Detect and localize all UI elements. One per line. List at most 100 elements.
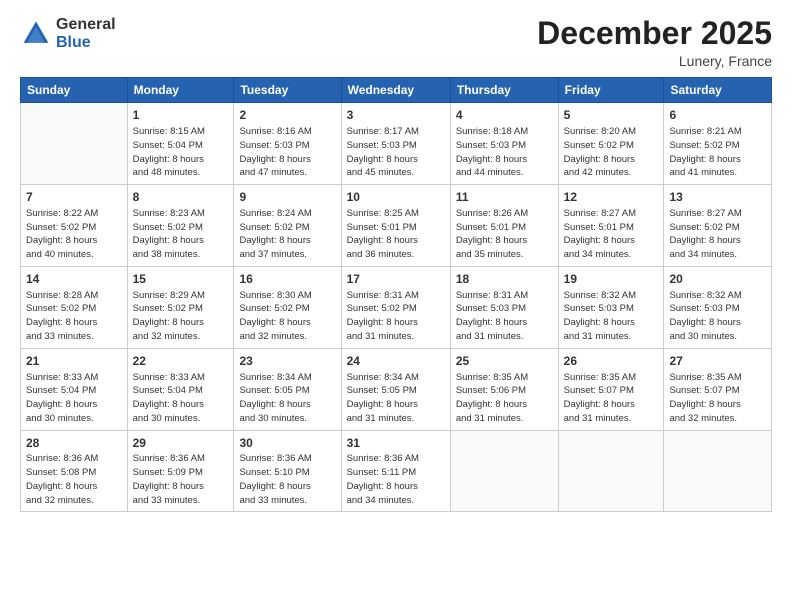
day-cell: 28Sunrise: 8:36 AMSunset: 5:08 PMDayligh… <box>21 430 128 512</box>
day-cell <box>664 430 772 512</box>
header-cell-wednesday: Wednesday <box>341 78 450 103</box>
day-info: Sunrise: 8:17 AMSunset: 5:03 PMDaylight:… <box>347 125 445 180</box>
day-info: Sunrise: 8:27 AMSunset: 5:02 PMDaylight:… <box>669 207 766 262</box>
logo-text: General Blue <box>56 16 116 51</box>
title-area: December 2025 Lunery, France <box>537 16 772 69</box>
header-cell-thursday: Thursday <box>450 78 558 103</box>
week-row-3: 21Sunrise: 8:33 AMSunset: 5:04 PMDayligh… <box>21 348 772 430</box>
day-number: 2 <box>239 107 335 124</box>
logo-icon <box>20 18 52 50</box>
header-cell-friday: Friday <box>558 78 664 103</box>
day-number: 26 <box>564 353 659 370</box>
subtitle: Lunery, France <box>537 53 772 69</box>
day-number: 9 <box>239 189 335 206</box>
week-row-2: 14Sunrise: 8:28 AMSunset: 5:02 PMDayligh… <box>21 266 772 348</box>
day-cell: 22Sunrise: 8:33 AMSunset: 5:04 PMDayligh… <box>127 348 234 430</box>
logo-blue-text: Blue <box>56 34 116 52</box>
day-number: 21 <box>26 353 122 370</box>
day-info: Sunrise: 8:32 AMSunset: 5:03 PMDaylight:… <box>669 289 766 344</box>
day-info: Sunrise: 8:35 AMSunset: 5:07 PMDaylight:… <box>669 371 766 426</box>
day-number: 8 <box>133 189 229 206</box>
logo-general-text: General <box>56 16 116 34</box>
day-number: 4 <box>456 107 553 124</box>
day-info: Sunrise: 8:31 AMSunset: 5:03 PMDaylight:… <box>456 289 553 344</box>
month-title: December 2025 <box>537 16 772 51</box>
day-cell: 5Sunrise: 8:20 AMSunset: 5:02 PMDaylight… <box>558 103 664 185</box>
day-info: Sunrise: 8:35 AMSunset: 5:06 PMDaylight:… <box>456 371 553 426</box>
day-cell: 14Sunrise: 8:28 AMSunset: 5:02 PMDayligh… <box>21 266 128 348</box>
day-info: Sunrise: 8:30 AMSunset: 5:02 PMDaylight:… <box>239 289 335 344</box>
day-cell: 12Sunrise: 8:27 AMSunset: 5:01 PMDayligh… <box>558 185 664 267</box>
day-number: 20 <box>669 271 766 288</box>
day-number: 24 <box>347 353 445 370</box>
calendar-body: 1Sunrise: 8:15 AMSunset: 5:04 PMDaylight… <box>21 103 772 512</box>
day-cell: 29Sunrise: 8:36 AMSunset: 5:09 PMDayligh… <box>127 430 234 512</box>
day-cell: 25Sunrise: 8:35 AMSunset: 5:06 PMDayligh… <box>450 348 558 430</box>
calendar-table: SundayMondayTuesdayWednesdayThursdayFrid… <box>20 77 772 512</box>
day-info: Sunrise: 8:36 AMSunset: 5:11 PMDaylight:… <box>347 452 445 507</box>
day-number: 11 <box>456 189 553 206</box>
day-number: 31 <box>347 435 445 452</box>
day-cell: 3Sunrise: 8:17 AMSunset: 5:03 PMDaylight… <box>341 103 450 185</box>
day-info: Sunrise: 8:33 AMSunset: 5:04 PMDaylight:… <box>133 371 229 426</box>
day-cell: 2Sunrise: 8:16 AMSunset: 5:03 PMDaylight… <box>234 103 341 185</box>
day-cell: 18Sunrise: 8:31 AMSunset: 5:03 PMDayligh… <box>450 266 558 348</box>
day-info: Sunrise: 8:18 AMSunset: 5:03 PMDaylight:… <box>456 125 553 180</box>
day-number: 14 <box>26 271 122 288</box>
day-cell: 20Sunrise: 8:32 AMSunset: 5:03 PMDayligh… <box>664 266 772 348</box>
day-info: Sunrise: 8:15 AMSunset: 5:04 PMDaylight:… <box>133 125 229 180</box>
logo: General Blue <box>20 16 116 51</box>
day-info: Sunrise: 8:35 AMSunset: 5:07 PMDaylight:… <box>564 371 659 426</box>
day-cell: 21Sunrise: 8:33 AMSunset: 5:04 PMDayligh… <box>21 348 128 430</box>
day-number: 25 <box>456 353 553 370</box>
day-info: Sunrise: 8:22 AMSunset: 5:02 PMDaylight:… <box>26 207 122 262</box>
day-cell: 24Sunrise: 8:34 AMSunset: 5:05 PMDayligh… <box>341 348 450 430</box>
day-cell: 9Sunrise: 8:24 AMSunset: 5:02 PMDaylight… <box>234 185 341 267</box>
day-info: Sunrise: 8:36 AMSunset: 5:08 PMDaylight:… <box>26 452 122 507</box>
day-info: Sunrise: 8:23 AMSunset: 5:02 PMDaylight:… <box>133 207 229 262</box>
day-number: 15 <box>133 271 229 288</box>
header-cell-monday: Monday <box>127 78 234 103</box>
day-cell: 11Sunrise: 8:26 AMSunset: 5:01 PMDayligh… <box>450 185 558 267</box>
day-cell: 30Sunrise: 8:36 AMSunset: 5:10 PMDayligh… <box>234 430 341 512</box>
day-info: Sunrise: 8:33 AMSunset: 5:04 PMDaylight:… <box>26 371 122 426</box>
day-number: 7 <box>26 189 122 206</box>
day-info: Sunrise: 8:16 AMSunset: 5:03 PMDaylight:… <box>239 125 335 180</box>
header-cell-sunday: Sunday <box>21 78 128 103</box>
day-number: 28 <box>26 435 122 452</box>
day-info: Sunrise: 8:20 AMSunset: 5:02 PMDaylight:… <box>564 125 659 180</box>
day-cell: 1Sunrise: 8:15 AMSunset: 5:04 PMDaylight… <box>127 103 234 185</box>
week-row-1: 7Sunrise: 8:22 AMSunset: 5:02 PMDaylight… <box>21 185 772 267</box>
day-cell: 31Sunrise: 8:36 AMSunset: 5:11 PMDayligh… <box>341 430 450 512</box>
day-cell: 6Sunrise: 8:21 AMSunset: 5:02 PMDaylight… <box>664 103 772 185</box>
header-cell-saturday: Saturday <box>664 78 772 103</box>
day-cell: 7Sunrise: 8:22 AMSunset: 5:02 PMDaylight… <box>21 185 128 267</box>
day-cell: 10Sunrise: 8:25 AMSunset: 5:01 PMDayligh… <box>341 185 450 267</box>
day-number: 22 <box>133 353 229 370</box>
day-info: Sunrise: 8:25 AMSunset: 5:01 PMDaylight:… <box>347 207 445 262</box>
day-number: 27 <box>669 353 766 370</box>
day-cell: 16Sunrise: 8:30 AMSunset: 5:02 PMDayligh… <box>234 266 341 348</box>
day-cell: 15Sunrise: 8:29 AMSunset: 5:02 PMDayligh… <box>127 266 234 348</box>
header-cell-tuesday: Tuesday <box>234 78 341 103</box>
day-number: 10 <box>347 189 445 206</box>
day-number: 17 <box>347 271 445 288</box>
week-row-4: 28Sunrise: 8:36 AMSunset: 5:08 PMDayligh… <box>21 430 772 512</box>
day-info: Sunrise: 8:28 AMSunset: 5:02 PMDaylight:… <box>26 289 122 344</box>
day-number: 6 <box>669 107 766 124</box>
day-cell: 4Sunrise: 8:18 AMSunset: 5:03 PMDaylight… <box>450 103 558 185</box>
day-info: Sunrise: 8:36 AMSunset: 5:09 PMDaylight:… <box>133 452 229 507</box>
day-info: Sunrise: 8:21 AMSunset: 5:02 PMDaylight:… <box>669 125 766 180</box>
day-cell: 13Sunrise: 8:27 AMSunset: 5:02 PMDayligh… <box>664 185 772 267</box>
day-number: 5 <box>564 107 659 124</box>
day-cell <box>450 430 558 512</box>
day-cell: 26Sunrise: 8:35 AMSunset: 5:07 PMDayligh… <box>558 348 664 430</box>
day-number: 12 <box>564 189 659 206</box>
header-row: SundayMondayTuesdayWednesdayThursdayFrid… <box>21 78 772 103</box>
day-info: Sunrise: 8:26 AMSunset: 5:01 PMDaylight:… <box>456 207 553 262</box>
day-info: Sunrise: 8:27 AMSunset: 5:01 PMDaylight:… <box>564 207 659 262</box>
day-number: 19 <box>564 271 659 288</box>
day-cell <box>558 430 664 512</box>
day-number: 16 <box>239 271 335 288</box>
day-info: Sunrise: 8:34 AMSunset: 5:05 PMDaylight:… <box>239 371 335 426</box>
